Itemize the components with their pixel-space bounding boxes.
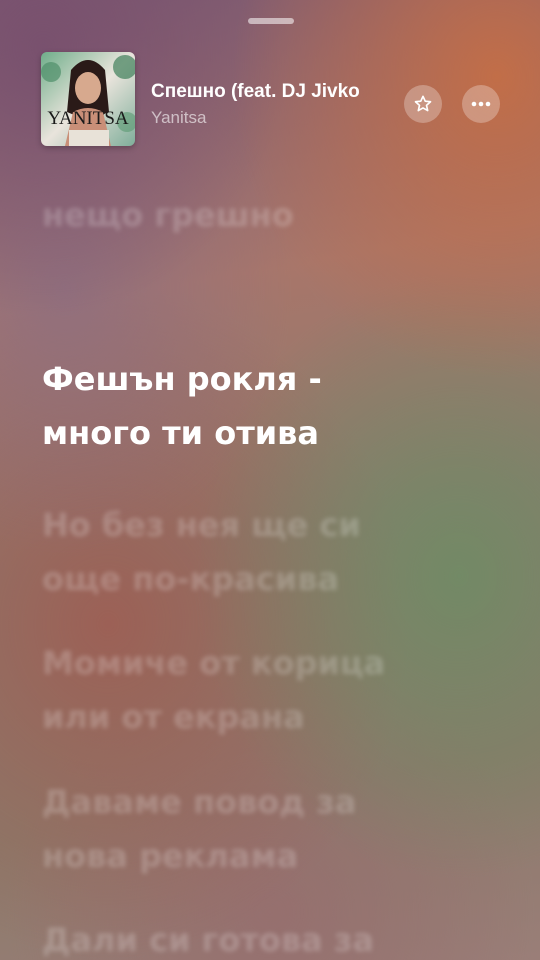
lyric-text: нова реклама	[42, 837, 299, 875]
lyric-text: много ти отива	[42, 414, 319, 452]
lyric-text: още по-красива	[42, 560, 340, 598]
lyric-line-upcoming[interactable]: Даваме повод за нова реклама	[42, 775, 502, 883]
lyric-text: нещо грешно	[42, 196, 294, 234]
lyric-text: Но без нея ще си	[42, 506, 361, 544]
lyric-line-upcoming[interactable]: Момиче от корица или от екрана	[42, 636, 502, 744]
lyric-text: Фешън рокля -	[42, 360, 322, 398]
lyric-text: Дали си готова за	[42, 921, 375, 959]
lyric-text: Даваме повод за	[42, 783, 357, 821]
lyric-line-upcoming[interactable]: Но без нея ще си още по-красива	[42, 498, 502, 606]
lyric-line-past[interactable]: нещо грешно	[42, 188, 502, 242]
lyric-line-upcoming[interactable]: Дали си готова за	[42, 913, 502, 960]
lyric-text: или от екрана	[42, 698, 305, 736]
lyric-text: Момиче от корица	[42, 644, 386, 682]
lyrics-view[interactable]: нещо грешно Фешън рокля - много ти отива…	[42, 0, 502, 960]
lyric-line-current[interactable]: Фешън рокля - много ти отива	[42, 352, 502, 460]
